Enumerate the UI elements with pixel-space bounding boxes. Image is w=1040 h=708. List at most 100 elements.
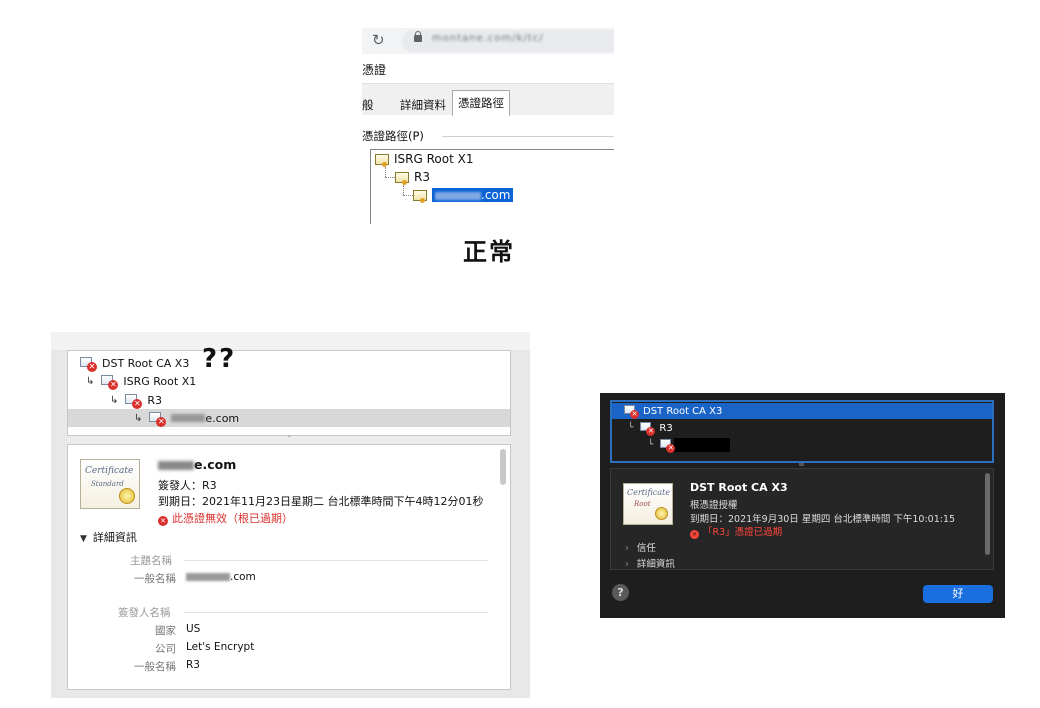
section-label: 信任 bbox=[636, 543, 656, 554]
invalid-certificate-icon: ✕ bbox=[660, 439, 676, 453]
chain-item-leaf[interactable]: └ ✕ bbox=[612, 437, 992, 453]
tab-general[interactable]: 般 bbox=[362, 97, 374, 113]
child-arrow-icon: ↳ bbox=[110, 394, 119, 406]
redacted-domain bbox=[171, 414, 206, 422]
tree-item-intermediate[interactable]: R3 bbox=[395, 170, 430, 185]
child-arrow-icon: ↳ bbox=[86, 375, 95, 387]
invalid-certificate-icon: ✕ bbox=[80, 356, 97, 372]
chain-item-r3[interactable]: └ ✕ R3 bbox=[612, 420, 992, 436]
tree-item-root[interactable]: ISRG Root X1 bbox=[375, 152, 474, 167]
caption-normal: 正常 bbox=[463, 238, 515, 266]
reload-icon[interactable]: ↻ bbox=[372, 31, 385, 49]
chain-item-label: DST Root CA X3 bbox=[102, 356, 190, 370]
section-rule bbox=[184, 560, 488, 561]
expiry-line: 到期日：2021年11月23日星期二 台北標準時間下午4時12分01秒 bbox=[158, 495, 484, 508]
expiry-line: 到期日：2021年9月30日 星期四 台北標準時間 下午10:01:15 bbox=[690, 514, 956, 525]
certificate-art-title: Certificate bbox=[627, 488, 670, 497]
browser-address-bar: ↻ montane.com/k/tc/ bbox=[362, 28, 614, 54]
lock-icon[interactable] bbox=[414, 31, 422, 42]
chain-item-leaf[interactable]: ↳ ✕ e.com bbox=[68, 409, 510, 427]
certificate-chain-tree: ✕ DST Root CA X3 ↳ ✕ ISRG Root X1 ↳ ✕ R3… bbox=[67, 350, 511, 436]
certificate-name-text: e.com bbox=[194, 457, 237, 472]
trust-disclosure[interactable]: › 信任 bbox=[625, 540, 656, 554]
tab-certification-path[interactable]: 憑證路徑 bbox=[452, 90, 510, 116]
chain-item-dst-root[interactable]: ✕ DST Root CA X3 bbox=[68, 354, 510, 372]
macos-dark-certificate-viewer: ✕ DST Root CA X3 └ ✕ R3 └ ✕ Certificate … bbox=[600, 393, 1005, 618]
issuer-heading: 簽發人名稱 bbox=[118, 607, 171, 619]
section-label: 詳細資訊 bbox=[636, 559, 675, 570]
certificate-name: DST Root CA X3 bbox=[690, 481, 788, 494]
invalid-certificate-icon: ✕ bbox=[101, 374, 119, 390]
tree-connector bbox=[385, 177, 395, 178]
help-button[interactable]: ? bbox=[612, 584, 629, 601]
tree-item-label: .com bbox=[481, 188, 511, 202]
field-value: US bbox=[186, 623, 201, 635]
chain-item-label: ISRG Root X1 bbox=[123, 374, 197, 388]
tree-item-selected: .com bbox=[432, 188, 514, 202]
chain-item-label: R3 bbox=[147, 393, 163, 407]
redacted-domain bbox=[435, 191, 481, 200]
certificate-name: e.com bbox=[158, 457, 236, 472]
field-key: 一般名稱 bbox=[134, 573, 176, 585]
invalid-certificate-icon: ✕ bbox=[640, 422, 656, 436]
group-divider bbox=[442, 136, 614, 137]
chain-item-isrg[interactable]: ↳ ✕ ISRG Root X1 bbox=[68, 372, 510, 390]
tree-item-label: ISRG Root X1 bbox=[394, 152, 474, 166]
scrollbar[interactable] bbox=[985, 473, 990, 555]
chevron-right-icon: › bbox=[625, 543, 629, 554]
seal-icon bbox=[119, 488, 135, 504]
split-handle[interactable]: ˆ bbox=[67, 436, 511, 444]
details-label: 詳細資訊 bbox=[92, 531, 137, 544]
chevron-right-icon: › bbox=[625, 559, 629, 570]
certificate-type: 根憑證授權 bbox=[690, 500, 738, 511]
redacted-domain bbox=[186, 573, 230, 581]
dialog-title: 憑證 bbox=[362, 63, 387, 77]
window-background bbox=[51, 332, 530, 350]
error-icon: ✕ bbox=[690, 530, 699, 539]
certificate-icon bbox=[375, 153, 389, 167]
status-line: ✕ 此憑證無效（根已過期） bbox=[158, 510, 293, 526]
certificate-large-icon: Certificate Root bbox=[623, 483, 673, 525]
certificate-art-subtitle: Standard bbox=[91, 480, 124, 488]
details-disclosure[interactable]: ▼ 詳細資訊 bbox=[80, 529, 137, 545]
chain-item-r3[interactable]: ↳ ✕ R3 bbox=[68, 391, 510, 409]
certificate-icon bbox=[413, 189, 427, 203]
error-icon: ✕ bbox=[158, 516, 168, 526]
macos-light-certificate-viewer: ✕ DST Root CA X3 ↳ ✕ ISRG Root X1 ↳ ✕ R3… bbox=[51, 332, 530, 698]
tree-connector bbox=[403, 185, 404, 195]
chain-item-label: R3 bbox=[659, 422, 673, 434]
field-value: Let's Encrypt bbox=[186, 641, 255, 653]
subject-heading: 主題名稱 bbox=[130, 555, 172, 567]
field-key: 公司 bbox=[155, 643, 176, 655]
redacted-domain bbox=[158, 461, 194, 470]
tab-bar: 般 詳細資料 憑證路徑 bbox=[362, 83, 614, 116]
field-key: 國家 bbox=[155, 625, 176, 637]
chain-item-label: DST Root CA X3 bbox=[643, 405, 723, 417]
tab-details[interactable]: 詳細資料 bbox=[400, 97, 446, 113]
disclosure-triangle-icon: ▼ bbox=[80, 534, 87, 544]
tree-item-leaf[interactable]: .com bbox=[413, 188, 514, 203]
tree-item-label: R3 bbox=[414, 170, 430, 184]
ok-button[interactable]: 好 bbox=[923, 585, 993, 603]
certificate-icon bbox=[395, 171, 409, 185]
scrollbar[interactable] bbox=[500, 449, 506, 485]
details-disclosure[interactable]: › 詳細資訊 bbox=[625, 556, 675, 570]
certification-path-tree: ISRG Root X1 R3 .com bbox=[370, 149, 614, 224]
tree-connector bbox=[403, 195, 413, 196]
certificate-chain-tree: ✕ DST Root CA X3 └ ✕ R3 └ ✕ bbox=[610, 400, 994, 463]
section-rule bbox=[184, 612, 488, 613]
invalid-certificate-icon: ✕ bbox=[624, 405, 639, 419]
split-handle[interactable] bbox=[799, 463, 804, 466]
seal-icon bbox=[655, 507, 668, 520]
url-text: montane.com/k/tc/ bbox=[432, 33, 544, 44]
child-arrow-icon: └ bbox=[648, 440, 654, 450]
windows-certificate-dialog: ↻ montane.com/k/tc/ 憑證 般 詳細資料 憑證路徑 憑證路徑(… bbox=[362, 28, 614, 224]
chain-item-label: e.com bbox=[205, 411, 240, 425]
child-arrow-icon: └ bbox=[628, 423, 634, 433]
certificate-art-subtitle: Root bbox=[634, 500, 651, 508]
field-value: R3 bbox=[186, 659, 200, 671]
issuer-line: 簽發人：R3 bbox=[158, 479, 217, 492]
chain-item-dst-root[interactable]: ✕ DST Root CA X3 bbox=[612, 403, 992, 419]
redacted-domain bbox=[674, 438, 731, 452]
field-key: 一般名稱 bbox=[134, 661, 176, 673]
